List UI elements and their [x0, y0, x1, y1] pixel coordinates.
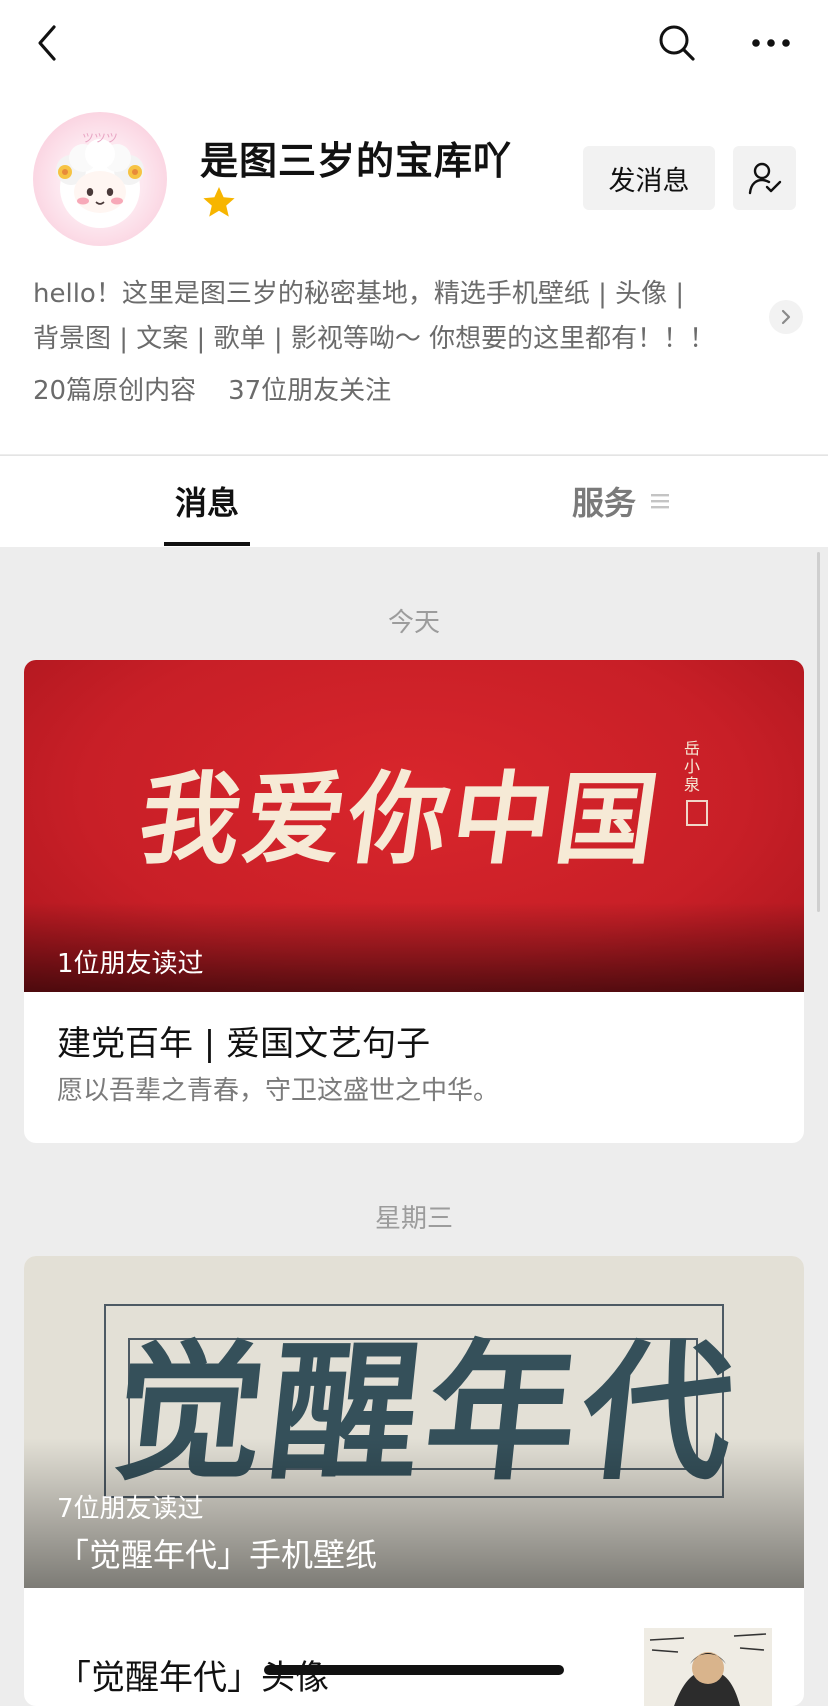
- chevron-left-icon: [38, 25, 56, 61]
- account-name: 是图三岁的宝库吖: [200, 139, 513, 183]
- article-title: 建党百年 | 爱国文艺句子: [57, 1024, 431, 1064]
- account-stats: 20篇原创内容 37位朋友关注: [33, 370, 391, 407]
- sheep-avatar-illustration: ツツツ: [56, 131, 144, 228]
- bio-expand-button[interactable]: [769, 300, 803, 334]
- cover-signature: 岳小泉: [684, 739, 701, 794]
- send-message-button[interactable]: 发消息: [583, 146, 715, 210]
- avatar[interactable]: ツツツ: [33, 112, 167, 246]
- svg-text:ツツツ: ツツツ: [82, 131, 118, 145]
- more-button[interactable]: [746, 18, 796, 68]
- menu-lines-icon: [651, 494, 670, 509]
- friends-read-count: 1位朋友读过: [57, 949, 204, 979]
- tab-bar: 消息 服务: [0, 455, 828, 547]
- account-bio: hello！这里是图三岁的秘密基地，精选手机壁纸 | 头像 | 背景图 | 文案…: [33, 272, 753, 362]
- friend-followers-count[interactable]: 37位朋友关注: [228, 376, 391, 406]
- active-tab-indicator: [164, 542, 250, 546]
- article-card[interactable]: 我爱你中国 岳小泉 1位朋友读过 建党百年 | 爱国文艺句子 愿以吾辈之青春，守…: [24, 660, 804, 1143]
- back-button[interactable]: [22, 18, 72, 68]
- thumbnail-illustration: [649, 1633, 767, 1706]
- tab-services-label: 服务: [572, 484, 637, 522]
- article-thumbnail: [644, 1628, 772, 1706]
- date-divider: 今天: [387, 608, 440, 638]
- chevron-right-icon: [781, 309, 791, 325]
- original-content-count[interactable]: 20篇原创内容: [33, 376, 196, 406]
- more-dots-icon: [752, 39, 790, 47]
- followed-button[interactable]: [733, 146, 796, 210]
- article-card[interactable]: 觉醒年代 7位朋友读过 「觉醒年代」手机壁纸 「觉醒年代」头像: [24, 1256, 804, 1706]
- followed-user-icon: [748, 162, 781, 195]
- tab-services[interactable]: 服务: [572, 478, 670, 524]
- article-cover: 我爱你中国 岳小泉 1位朋友读过: [24, 660, 804, 992]
- article-cover: 觉醒年代 7位朋友读过 「觉醒年代」手机壁纸: [24, 1256, 804, 1588]
- article-digest: 愿以吾辈之青春，守卫这盛世之中华。: [57, 1076, 500, 1106]
- tab-messages[interactable]: 消息: [175, 478, 239, 524]
- bio-line: 背景图 | 文案 | 歌单 | 影视等呦～ 你想要的这里都有！！！: [33, 324, 716, 354]
- bio-line: hello！这里是图三岁的秘密基地，精选手机壁纸 | 头像 |: [33, 279, 685, 309]
- cover-calligraphy: 我爱你中国: [132, 760, 670, 878]
- date-divider: 星期三: [374, 1204, 453, 1234]
- home-indicator[interactable]: [264, 1665, 564, 1675]
- profile-header: ツツツ 是图三岁的宝库吖 发消息 hello！这里是图三岁的秘密基地，精选手机壁…: [0, 0, 828, 454]
- cover-article-title: 「觉醒年代」手机壁纸: [57, 1536, 378, 1574]
- search-button[interactable]: [652, 18, 702, 68]
- search-icon: [659, 25, 695, 61]
- cover-seal: [686, 800, 708, 826]
- star-icon: [203, 187, 235, 217]
- friends-read-count: 7位朋友读过: [57, 1494, 204, 1524]
